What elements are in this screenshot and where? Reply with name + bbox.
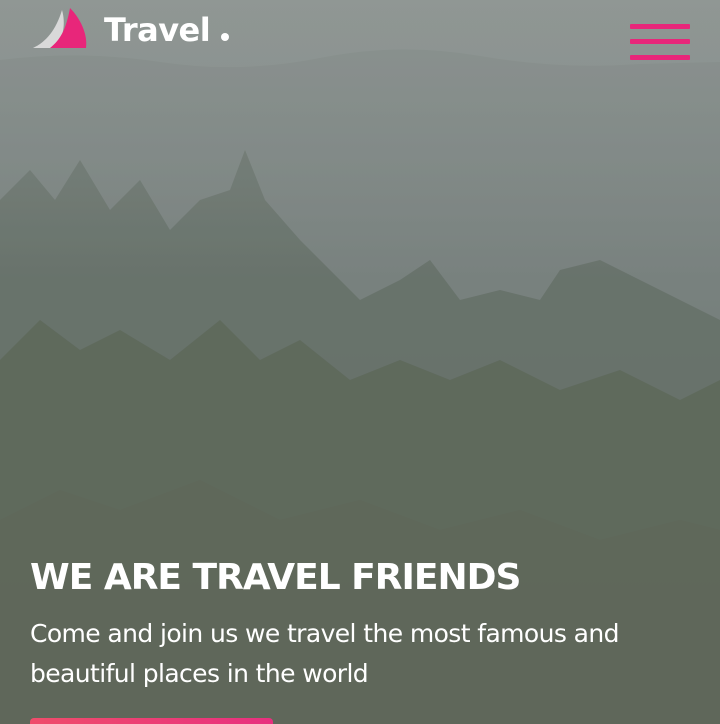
brand-dot-icon xyxy=(221,33,229,41)
sail-logo-icon[interactable] xyxy=(30,4,90,52)
menu-bar-bottom xyxy=(630,55,690,60)
menu-bar-top xyxy=(630,24,690,29)
site-header: Travel xyxy=(0,0,720,64)
cta-button[interactable] xyxy=(30,718,273,724)
hero-title: WE ARE TRAVEL FRIENDS xyxy=(30,557,521,598)
menu-bar-middle xyxy=(630,39,690,44)
brand-name[interactable]: Travel xyxy=(104,10,211,50)
hero-section: Travel WE ARE TRAVEL FRIENDS Come and jo… xyxy=(0,0,720,724)
hamburger-menu-icon[interactable] xyxy=(626,20,694,66)
hero-content: WE ARE TRAVEL FRIENDS Come and join us w… xyxy=(30,556,690,694)
hero-subtitle: Come and join us we travel the most famo… xyxy=(30,619,619,688)
